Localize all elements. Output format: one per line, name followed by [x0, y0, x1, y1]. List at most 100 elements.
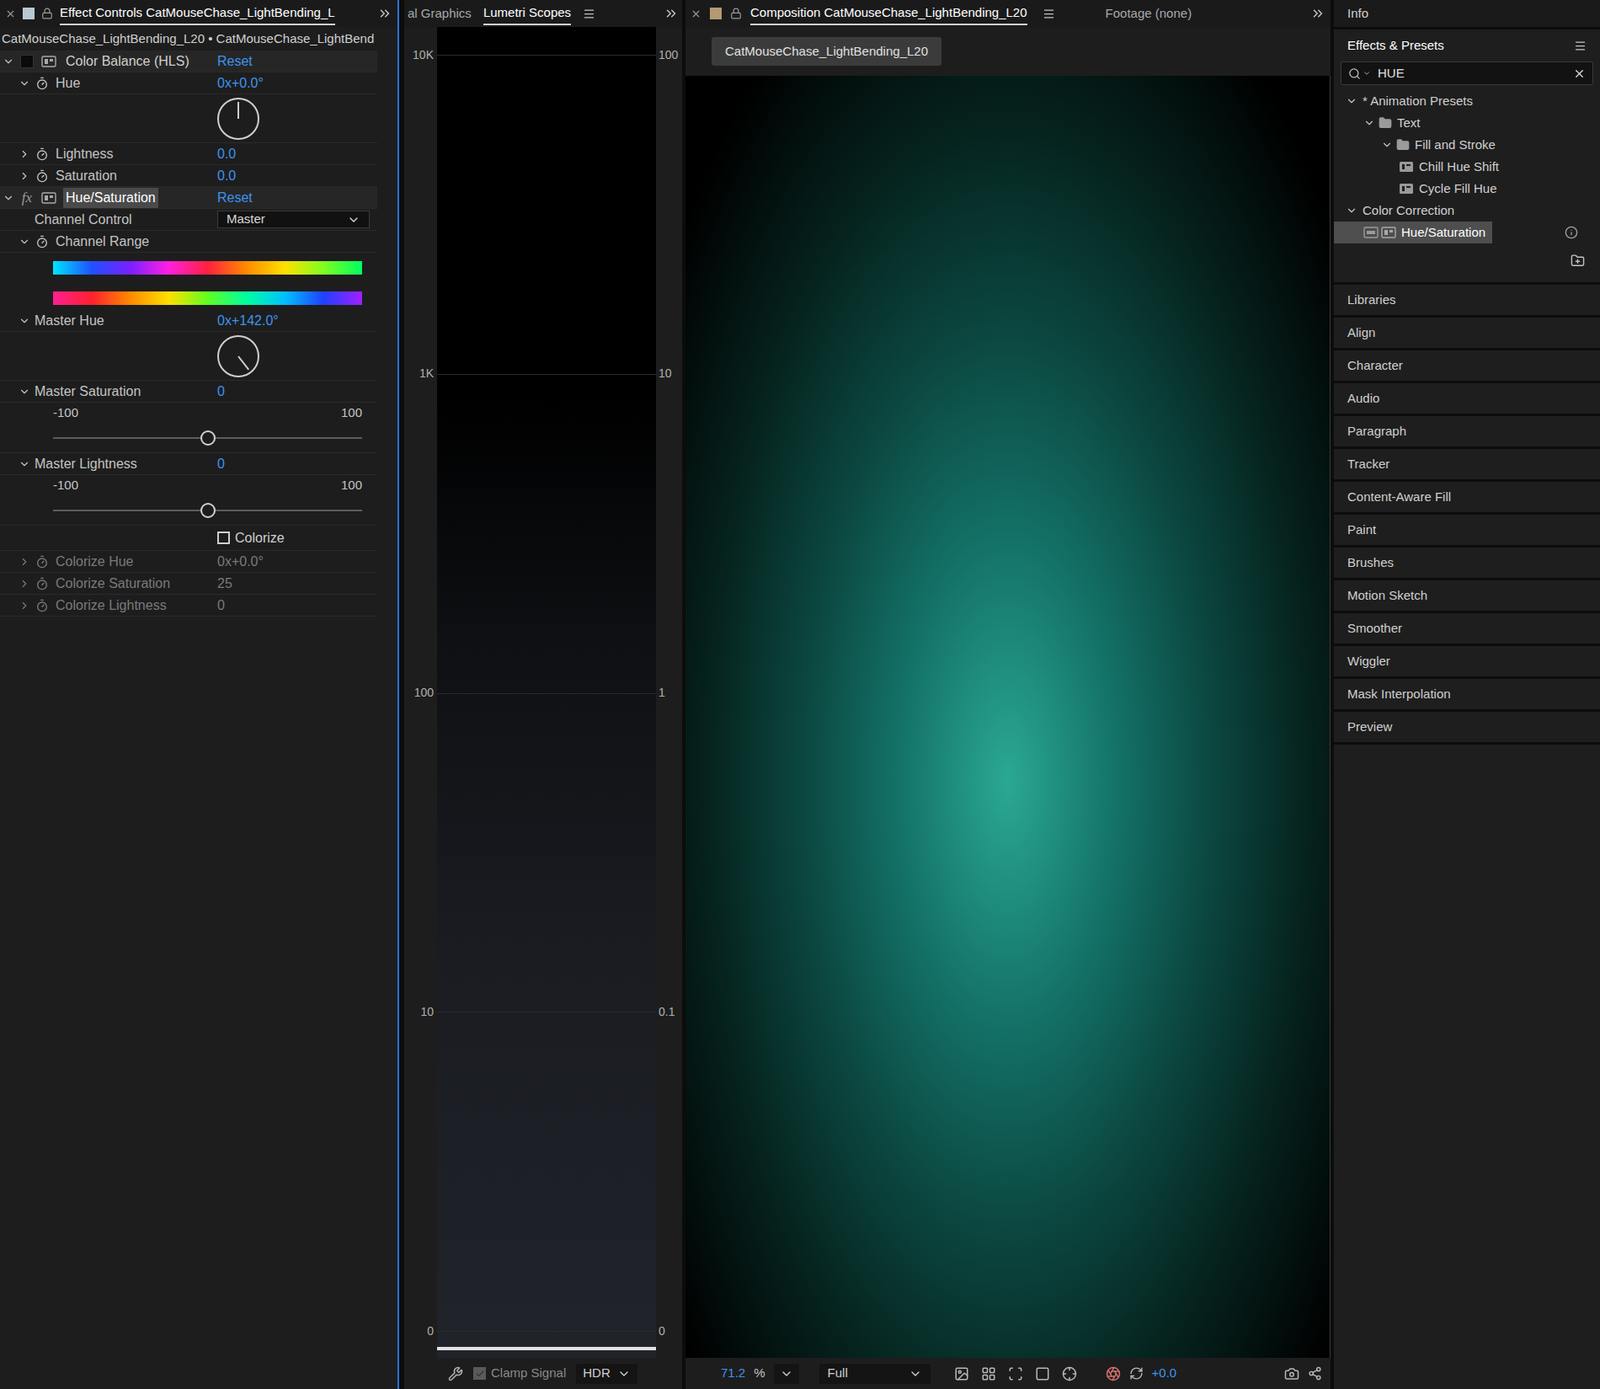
panel-tab[interactable]: Footage (none)	[1105, 4, 1193, 24]
panel-menu-icon[interactable]	[1042, 7, 1056, 21]
more-panels-icon[interactable]	[1310, 5, 1326, 22]
clamp-signal-checkbox[interactable]	[473, 1366, 486, 1380]
collapsed-chevron-icon[interactable]	[18, 555, 31, 568]
expanded-chevron-icon[interactable]	[1381, 138, 1393, 151]
close-icon[interactable]	[5, 8, 16, 20]
panel-tab[interactable]: Effect Controls CatMouseChase_LightBendi…	[59, 1, 336, 26]
panel-title[interactable]: Effects & Presets	[1347, 36, 1445, 56]
property-value[interactable]: 0x+142.0°	[217, 310, 279, 331]
clear-search-icon[interactable]	[1573, 67, 1586, 80]
expanded-chevron-icon[interactable]	[18, 314, 31, 327]
stopwatch-icon[interactable]	[35, 598, 49, 613]
reset-link[interactable]: Reset	[217, 187, 253, 208]
panel-tab[interactable]: al Graphics	[407, 2, 472, 25]
zoom-dropdown[interactable]	[773, 1363, 800, 1384]
collapsed-panel[interactable]: Libraries	[1333, 284, 1600, 315]
collapsed-panel[interactable]: Align	[1333, 317, 1600, 348]
tree-item[interactable]: Color Correction	[1333, 199, 1600, 222]
collapsed-panel[interactable]: Paint	[1333, 514, 1600, 545]
close-icon[interactable]	[690, 8, 702, 20]
collapsed-panel[interactable]: Brushes	[1333, 547, 1600, 578]
lock-icon[interactable]	[41, 7, 54, 20]
channel-dropdown[interactable]: Master	[217, 210, 370, 229]
search-options-icon[interactable]	[1362, 69, 1371, 78]
slider-thumb[interactable]	[200, 430, 216, 446]
tree-item[interactable]: Fill and Stroke	[1333, 133, 1600, 156]
collapsed-panel[interactable]: Mask Interpolation	[1333, 678, 1600, 710]
exposure-value[interactable]: +0.0	[1152, 1363, 1178, 1383]
mask-path-icon[interactable]	[1008, 1365, 1024, 1382]
info-tab[interactable]: Info	[1333, 0, 1600, 27]
expanded-chevron-icon[interactable]	[1345, 204, 1358, 217]
fx-toggle[interactable]	[20, 54, 34, 69]
viewer-tab[interactable]: CatMouseChase_LightBending_L20	[711, 37, 942, 66]
collapsed-panel[interactable]: Content-Aware Fill	[1333, 481, 1600, 512]
expanded-chevron-icon[interactable]	[18, 385, 31, 398]
angle-dial-icon[interactable]	[216, 96, 261, 141]
range-dropdown[interactable]: HDR	[576, 1363, 638, 1384]
slider-track[interactable]	[53, 437, 363, 439]
collapsed-chevron-icon[interactable]	[18, 599, 31, 612]
collapsed-panel[interactable]: Tracker	[1333, 448, 1600, 480]
resolution-dropdown[interactable]: Full	[819, 1363, 931, 1384]
more-panels-icon[interactable]	[377, 5, 393, 22]
expanded-chevron-icon[interactable]	[18, 77, 31, 90]
angle-dial-icon[interactable]	[216, 334, 261, 379]
reset-exposure-icon[interactable]	[1129, 1365, 1144, 1381]
effect-header[interactable]: Color Balance (HLS)Reset	[0, 50, 378, 73]
collapsed-panel[interactable]: Paragraph	[1333, 416, 1600, 447]
reset-link[interactable]: Reset	[217, 51, 253, 72]
collapsed-panel[interactable]: Wiggler	[1333, 645, 1600, 677]
panel-menu-icon[interactable]	[582, 7, 596, 21]
expanded-chevron-icon[interactable]	[2, 192, 15, 204]
slider-thumb[interactable]	[200, 502, 216, 518]
fx-toggle[interactable]: fx	[21, 186, 32, 209]
property-value[interactable]: 0	[217, 381, 225, 402]
new-folder-icon[interactable]	[1570, 253, 1585, 268]
info-icon[interactable]	[1564, 225, 1579, 240]
property-value[interactable]: 0.0	[217, 144, 236, 165]
snapshot-camera-icon[interactable]	[1284, 1365, 1300, 1382]
collapsed-chevron-icon[interactable]	[18, 577, 31, 590]
collapsed-chevron-icon[interactable]	[18, 148, 31, 160]
search-field[interactable]: HUE	[1340, 61, 1594, 86]
transparency-grid-icon[interactable]	[981, 1365, 997, 1382]
tree-item[interactable]: Chill Hue Shift	[1333, 155, 1600, 178]
slider-track[interactable]	[53, 509, 363, 512]
tree-item[interactable]: Hue/Saturation	[1333, 221, 1600, 244]
collapsed-panel[interactable]: Motion Sketch	[1333, 580, 1600, 611]
effect-header[interactable]: fxHue/SaturationReset	[0, 186, 378, 209]
collapsed-panel[interactable]: Preview	[1333, 711, 1600, 742]
stopwatch-icon[interactable]	[35, 576, 49, 591]
zoom-value[interactable]: 71.2	[720, 1363, 746, 1383]
composition-viewer[interactable]	[685, 75, 1331, 1358]
stopwatch-icon[interactable]	[35, 76, 49, 91]
panel-tab[interactable]: Lumetri Scopes	[483, 1, 571, 26]
fast-preview-icon[interactable]	[954, 1365, 970, 1382]
property-value[interactable]: 0	[217, 453, 225, 475]
stopwatch-icon[interactable]	[35, 554, 49, 569]
collapsed-panel[interactable]: Audio	[1333, 383, 1600, 414]
guides-icon[interactable]	[1061, 1365, 1078, 1382]
color-channels-icon[interactable]	[1105, 1365, 1121, 1382]
panel-tab[interactable]: Composition CatMouseChase_LightBending_L…	[750, 1, 1028, 26]
stopwatch-icon[interactable]	[35, 234, 49, 249]
expanded-chevron-icon[interactable]	[2, 55, 15, 68]
tree-item[interactable]: Cycle Fill Hue	[1333, 177, 1600, 200]
panel-menu-icon[interactable]	[1573, 39, 1587, 53]
stopwatch-icon[interactable]	[35, 169, 49, 183]
show-snapshot-icon[interactable]	[1307, 1365, 1323, 1381]
tree-item[interactable]: * Animation Presets	[1333, 90, 1600, 112]
region-of-interest-icon[interactable]	[1034, 1365, 1051, 1382]
colorize-checkbox[interactable]	[217, 531, 230, 544]
stopwatch-icon[interactable]	[35, 147, 49, 161]
expanded-chevron-icon[interactable]	[18, 458, 31, 470]
expanded-chevron-icon[interactable]	[1363, 117, 1376, 129]
collapsed-panel[interactable]: Smoother	[1333, 613, 1600, 644]
collapsed-chevron-icon[interactable]	[18, 170, 31, 182]
expanded-chevron-icon[interactable]	[1345, 95, 1358, 107]
lock-icon[interactable]	[730, 7, 742, 20]
property-value[interactable]: 0.0	[217, 165, 236, 187]
property-value[interactable]: 0x+0.0°	[217, 73, 264, 94]
more-panels-icon[interactable]	[663, 5, 679, 22]
